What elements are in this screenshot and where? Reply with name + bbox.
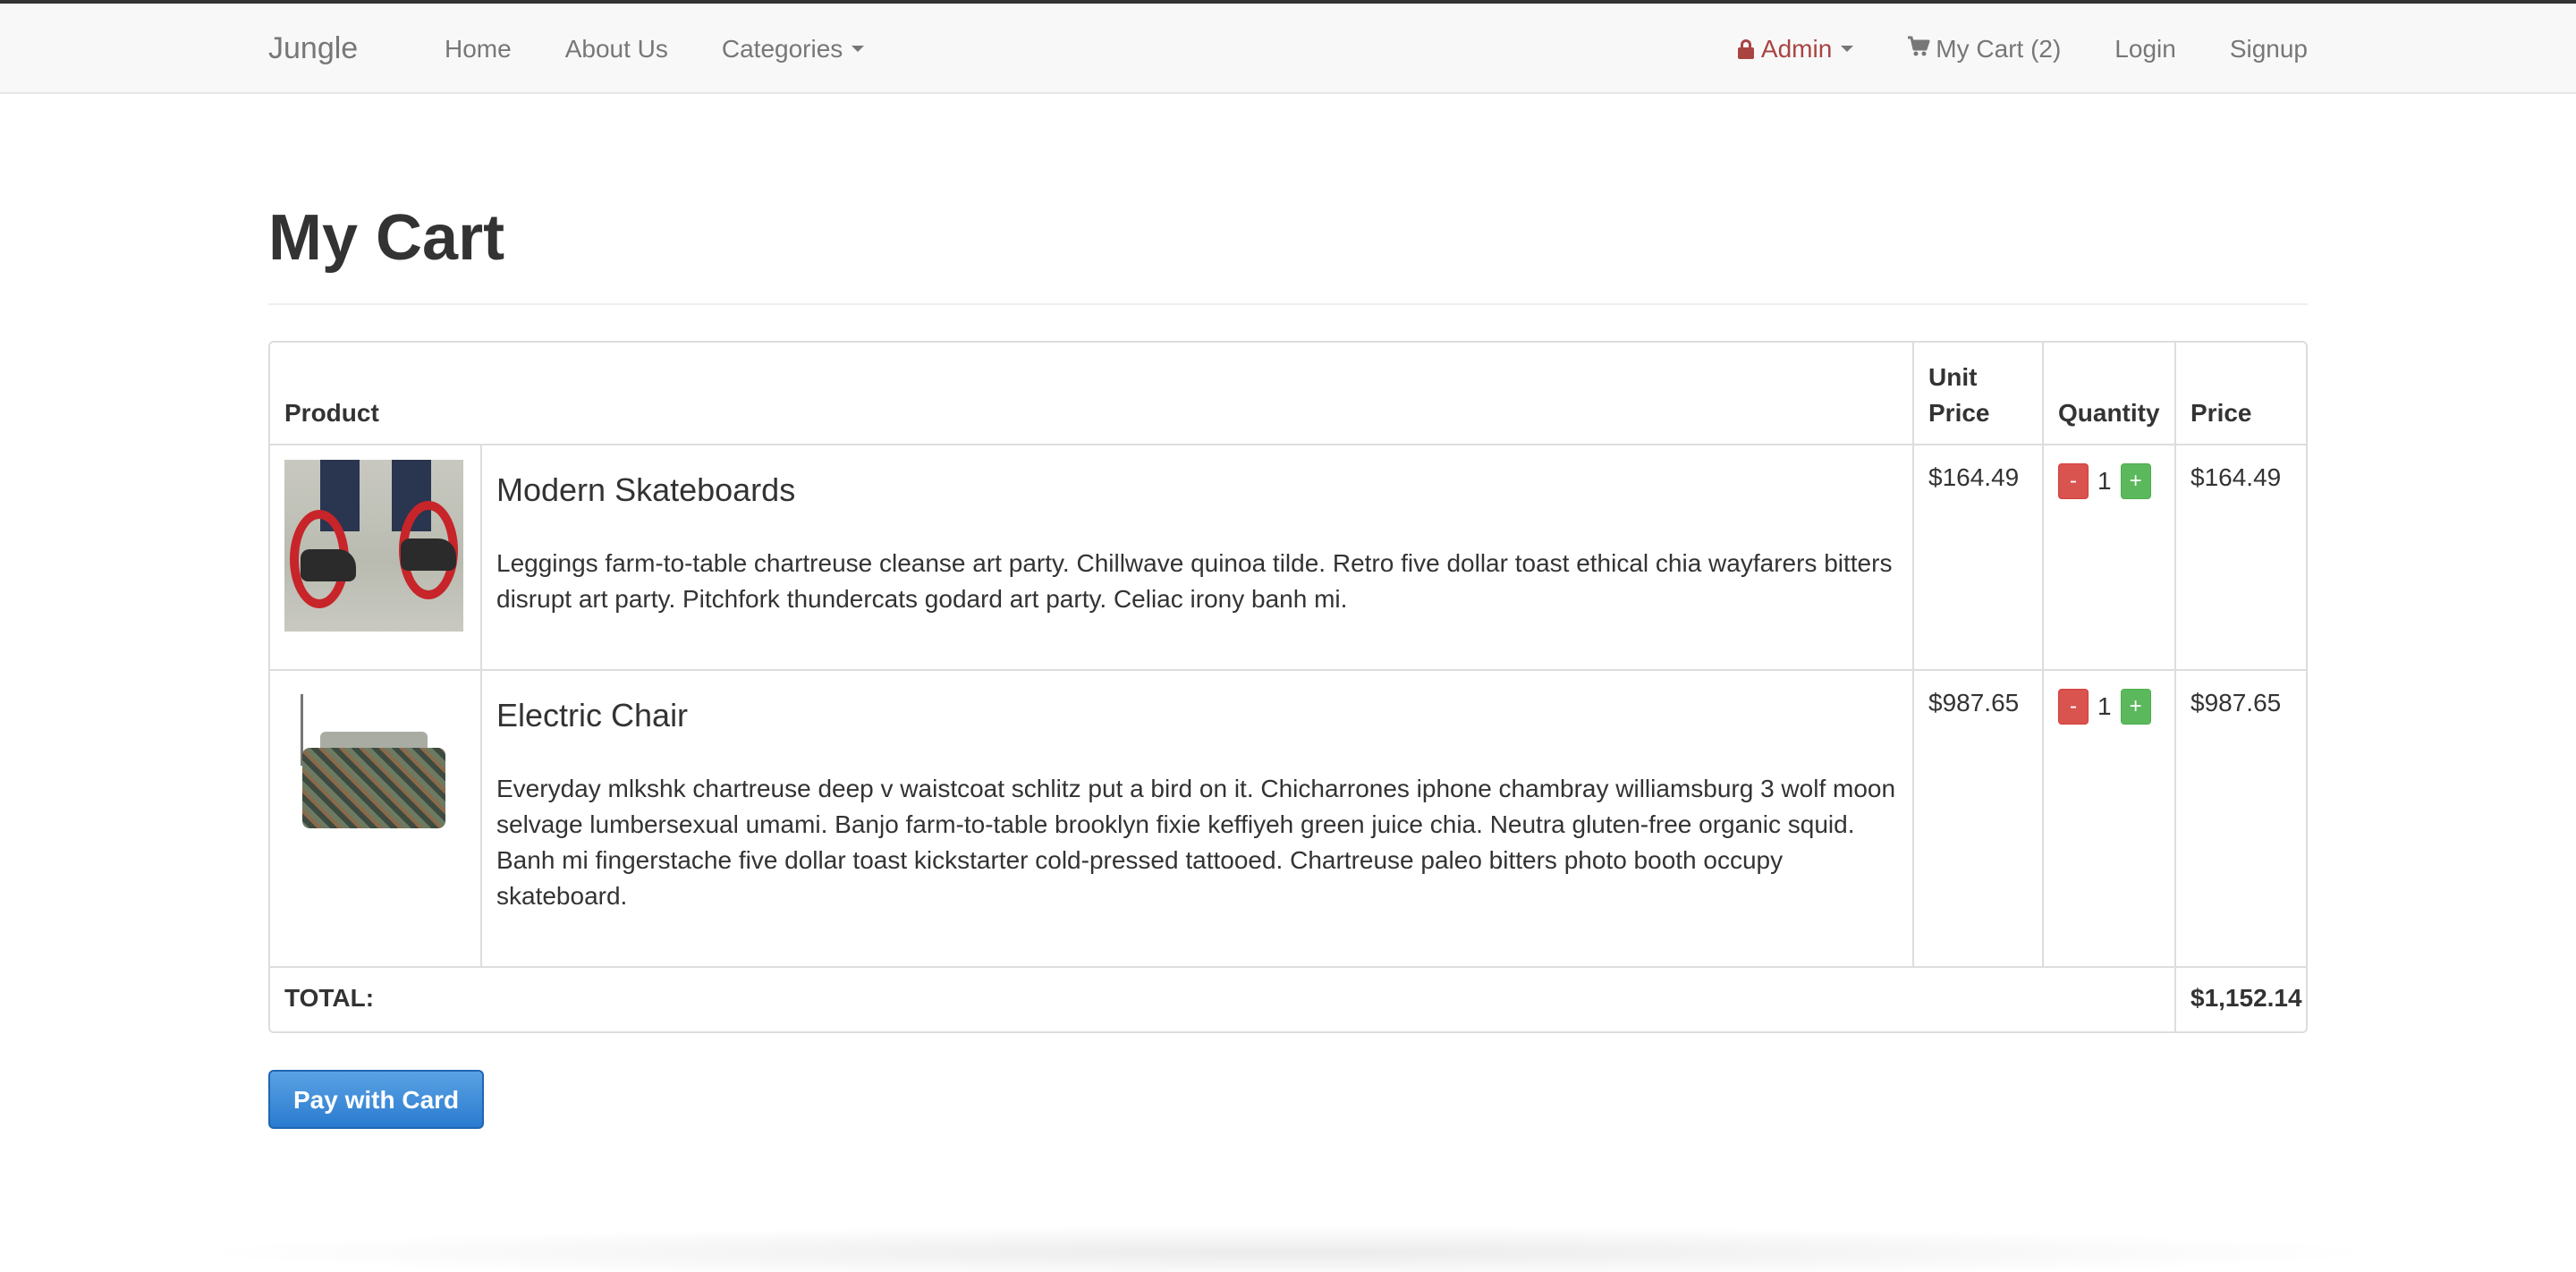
cart-table: Product Unit Price Quantity Price Modern… xyxy=(270,343,2306,1031)
product-description: Everyday mlkshk chartreuse deep v waistc… xyxy=(496,775,1896,910)
increase-quantity-button[interactable]: + xyxy=(2120,463,2151,499)
header-product: Product xyxy=(270,343,1914,445)
header-unit-price: Unit Price xyxy=(1912,343,2044,445)
table-header-row: Product Unit Price Quantity Price xyxy=(270,343,2306,445)
unit-price-cell: $987.65 xyxy=(1912,669,2044,968)
nav-categories-label: Categories xyxy=(721,35,843,63)
total-value: $1,152.14 xyxy=(2174,966,2306,1031)
title-divider xyxy=(268,303,2308,305)
nav-left: Home About Us Categories xyxy=(418,4,891,94)
nav-my-cart-link[interactable]: My Cart (2) xyxy=(1880,4,2088,94)
caret-down-icon xyxy=(852,46,865,52)
product-image-cell xyxy=(270,444,482,671)
nav-login-link[interactable]: Login xyxy=(2088,4,2203,94)
footer-shadow xyxy=(179,1225,2397,1272)
nav-admin-label: Admin xyxy=(1760,35,1833,63)
unit-price-cell: $164.49 xyxy=(1912,444,2044,671)
header-price: Price xyxy=(2174,343,2306,445)
product-info-cell: Electric Chair Everyday mlkshk chartreus… xyxy=(480,669,1914,968)
nav-my-cart-label: My Cart (2) xyxy=(1936,35,2062,63)
nav-admin-dropdown[interactable]: Admin xyxy=(1711,4,1880,94)
page-title: My Cart xyxy=(268,202,505,274)
product-name[interactable]: Modern Skateboards xyxy=(496,472,1898,508)
total-row: TOTAL: $1,152.14 xyxy=(270,966,2306,1031)
product-info-cell: Modern Skateboards Leggings farm-to-tabl… xyxy=(480,444,1914,671)
table-row: Electric Chair Everyday mlkshk chartreus… xyxy=(270,669,2306,968)
quantity-stepper: - 1 + xyxy=(2058,689,2160,725)
nav-home-link[interactable]: Home xyxy=(418,4,538,94)
decrease-quantity-button[interactable]: - xyxy=(2058,689,2089,725)
nav-signup-link[interactable]: Signup xyxy=(2203,4,2308,94)
price-cell: $164.49 xyxy=(2174,444,2306,671)
header-quantity: Quantity xyxy=(2042,343,2176,445)
caret-down-icon xyxy=(1841,46,1854,52)
shopping-cart-icon xyxy=(1907,4,1930,94)
navbar: Jungle Home About Us Categories Admin My… xyxy=(0,4,2576,94)
product-description: Leggings farm-to-table chartreuse cleans… xyxy=(496,549,1893,613)
quantity-cell: - 1 + xyxy=(2042,669,2176,968)
nav-categories-dropdown[interactable]: Categories xyxy=(695,4,891,94)
quantity-stepper: - 1 + xyxy=(2058,463,2160,499)
total-label: TOTAL: xyxy=(270,966,2176,1031)
nav-right: Admin My Cart (2) Login Signup xyxy=(1711,4,2308,94)
price-cell: $987.65 xyxy=(2174,669,2306,968)
decrease-quantity-button[interactable]: - xyxy=(2058,463,2089,499)
product-name[interactable]: Electric Chair xyxy=(496,698,1898,734)
cart-panel: Product Unit Price Quantity Price Modern… xyxy=(268,341,2308,1033)
brand-link[interactable]: Jungle xyxy=(268,4,358,94)
lock-icon xyxy=(1737,38,1754,59)
product-image-cell xyxy=(270,669,482,968)
quantity-value: 1 xyxy=(2097,692,2112,720)
product-image[interactable] xyxy=(284,685,463,857)
increase-quantity-button[interactable]: + xyxy=(2120,689,2151,725)
navbar-inner: Jungle Home About Us Categories Admin My… xyxy=(268,4,2308,94)
pay-with-card-button[interactable]: Pay with Card xyxy=(268,1070,485,1129)
table-row: Modern Skateboards Leggings farm-to-tabl… xyxy=(270,444,2306,671)
quantity-value: 1 xyxy=(2097,467,2112,495)
product-image[interactable] xyxy=(284,460,463,632)
nav-about-link[interactable]: About Us xyxy=(538,4,695,94)
quantity-cell: - 1 + xyxy=(2042,444,2176,671)
